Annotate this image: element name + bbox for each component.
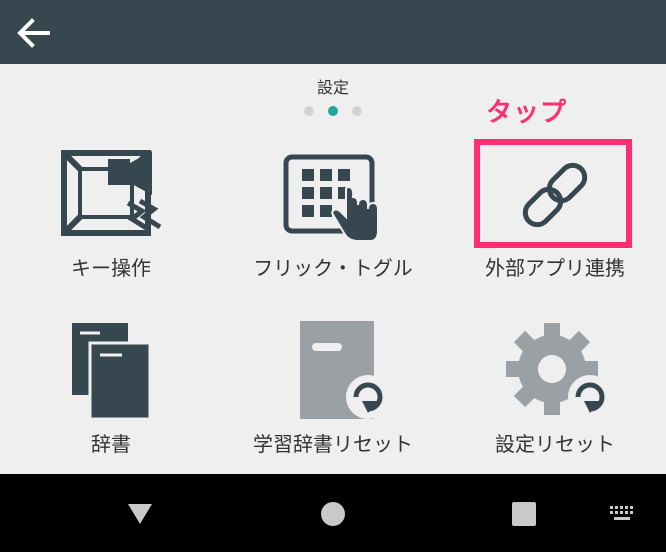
arrow-left-icon (17, 18, 50, 48)
back-triangle-icon (128, 504, 152, 524)
flick-toggle-icon (278, 140, 388, 250)
tile-label: 設定リセット (495, 432, 615, 456)
tile-label: 辞書 (91, 432, 131, 456)
key-operation-icon (56, 140, 166, 250)
tile-flick-toggle[interactable]: フリック・トグル (222, 140, 444, 310)
tile-settings-reset[interactable]: 設定リセット (444, 314, 666, 484)
learning-dictionary-reset-icon (278, 314, 388, 424)
home-circle-icon (321, 502, 345, 526)
tile-learning-dictionary-reset[interactable]: 学習辞書リセット (222, 314, 444, 484)
nav-keyboard-button[interactable] (602, 494, 642, 534)
keyboard-icon (610, 506, 633, 520)
tile-label: フリック・トグル (253, 256, 413, 280)
page-dot-2-active (328, 106, 338, 116)
nav-home-button[interactable] (313, 494, 353, 534)
tile-label: キー操作 (71, 256, 151, 280)
page-dot-1 (304, 106, 314, 116)
tile-key-operation[interactable]: キー操作 (0, 140, 222, 310)
tile-label: 外部アプリ連携 (485, 256, 625, 280)
tile-label: 学習辞書リセット (253, 432, 413, 456)
system-nav-bar (0, 474, 666, 552)
page-dot-3 (352, 106, 362, 116)
nav-recents-button[interactable] (504, 494, 544, 534)
settings-reset-icon (500, 314, 610, 424)
recents-square-icon (512, 502, 536, 526)
tap-annotation: タップ (486, 98, 568, 128)
tap-highlight-box (474, 139, 632, 248)
tile-dictionary[interactable]: 辞書 (0, 314, 222, 484)
back-button[interactable] (12, 12, 54, 54)
nav-back-button[interactable] (120, 494, 160, 534)
dictionary-icon (56, 314, 166, 424)
app-bar (0, 0, 666, 64)
